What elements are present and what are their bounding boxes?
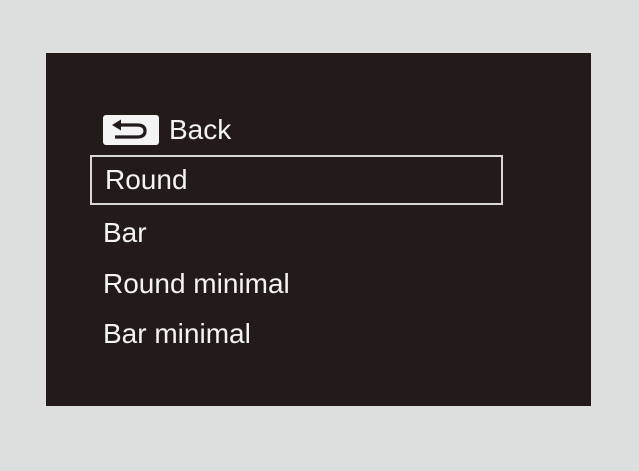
menu-item-round-minimal[interactable]: Round minimal	[103, 268, 290, 300]
menu-item-label: Round minimal	[103, 268, 290, 299]
menu-item-label: Bar	[103, 217, 147, 248]
back-label: Back	[169, 114, 232, 145]
menu-item-bar[interactable]: Bar	[103, 217, 147, 249]
menu-item-bar-minimal[interactable]: Bar minimal	[103, 318, 251, 350]
menu-item-round[interactable]: Round	[90, 155, 503, 205]
menu-item-label: Round	[105, 164, 188, 195]
device-screen: Back Round Bar Round minimal Bar minimal	[46, 53, 591, 406]
back-button[interactable]: Back	[103, 113, 231, 147]
return-arrow-icon	[103, 115, 159, 145]
menu-item-label: Bar minimal	[103, 318, 251, 349]
